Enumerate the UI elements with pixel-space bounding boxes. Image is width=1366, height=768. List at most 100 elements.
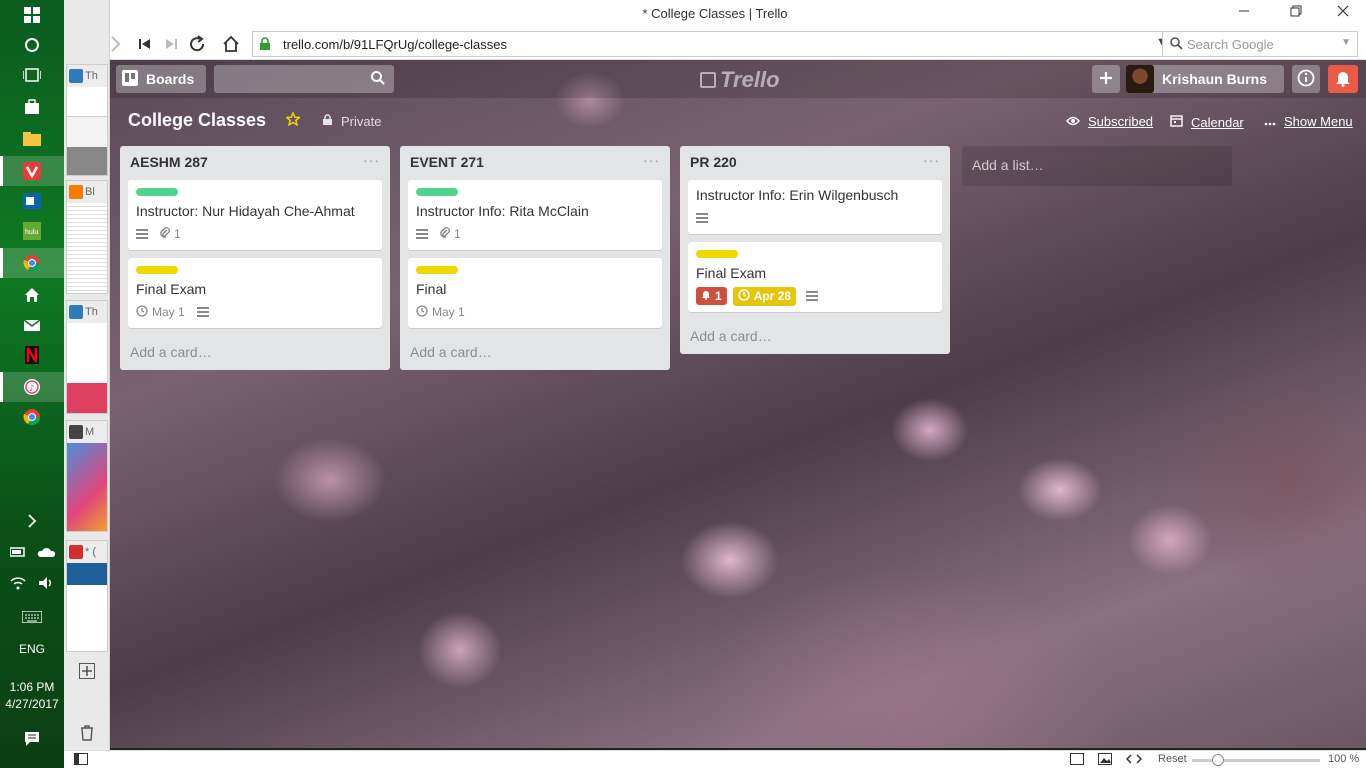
zoom-slider-handle[interactable] [1212, 754, 1224, 766]
add-card-button[interactable]: Add a card… [400, 336, 670, 370]
add-card-button[interactable]: Add a card… [120, 336, 390, 370]
info-icon [1297, 69, 1315, 90]
tab-thumb-5[interactable]: * ( [66, 540, 108, 652]
windows-taskbar: hulu ♪ ENG 1:06 PM 4/27/2017 [0, 0, 64, 768]
home-button-icon[interactable] [218, 32, 244, 56]
privacy-button[interactable]: Private [322, 114, 381, 129]
zoom-level: 100 % [1328, 753, 1360, 765]
boards-icon [122, 69, 138, 89]
description-icon [696, 213, 708, 223]
search-engine-dropdown-icon[interactable]: ▼ [1341, 37, 1351, 48]
tray-row-2 [0, 570, 64, 600]
windows-start-icon[interactable] [0, 0, 64, 30]
wifi-icon[interactable] [10, 576, 26, 595]
card[interactable]: Instructor Info: Rita McClain 1 [408, 180, 662, 250]
due-date: May 1 [152, 305, 185, 319]
list-title[interactable]: AESHM 287 [130, 154, 208, 170]
tab-thumb-1[interactable]: Th [66, 64, 108, 176]
hulu-icon[interactable]: hulu [0, 216, 64, 246]
member-menu-button[interactable]: Krishaun Burns [1126, 65, 1284, 93]
info-button[interactable] [1292, 65, 1320, 93]
tab-thumb-2[interactable]: Bl [66, 180, 108, 294]
home-icon[interactable] [0, 280, 64, 310]
onedrive-icon[interactable] [37, 544, 55, 562]
restore-icon[interactable] [1284, 4, 1308, 24]
card[interactable]: Final Exam 1 Apr 28 [688, 242, 942, 312]
page-actions-icon[interactable] [1125, 753, 1143, 768]
search-placeholder: Search Google [1187, 37, 1274, 52]
tab-panel: Th Bl Th M * ( [64, 0, 110, 750]
zoom-slider[interactable] [1192, 754, 1320, 766]
language-indicator[interactable]: ENG [0, 642, 64, 656]
panel-toggle-icon[interactable] [74, 753, 88, 768]
card[interactable]: Instructor: Nur Hidayah Che-Ahmat 1 [128, 180, 382, 250]
mail-icon[interactable] [0, 310, 64, 340]
clock-icon [416, 304, 428, 320]
action-center-icon[interactable] [0, 724, 64, 754]
list-title[interactable]: EVENT 271 [410, 154, 484, 170]
list-menu-icon[interactable]: ··· [363, 152, 380, 168]
list-title[interactable]: PR 220 [690, 154, 737, 170]
keyboard-icon[interactable] [0, 602, 64, 632]
vivaldi-icon[interactable] [0, 156, 64, 186]
reload-icon[interactable] [184, 32, 210, 56]
card[interactable]: Final Exam May 1 [128, 258, 382, 328]
clock-icon [737, 288, 750, 304]
boards-button[interactable]: Boards [116, 65, 206, 93]
board-title[interactable]: College Classes [128, 110, 266, 131]
list-header[interactable]: PR 220 ··· [680, 146, 950, 176]
list-pr-220: PR 220 ··· Instructor Info: Erin Wilgenb… [680, 146, 950, 354]
clock-time[interactable]: 1:06 PM [0, 680, 64, 694]
add-list-button[interactable]: Add a list… [962, 146, 1232, 186]
card-title: Instructor Info: Erin Wilgenbusch [696, 187, 899, 203]
calendar-link[interactable]: Calendar [1170, 114, 1244, 130]
close-icon[interactable] [1331, 4, 1355, 24]
create-button[interactable] [1092, 65, 1120, 93]
list-header[interactable]: EVENT 271 ··· [400, 146, 670, 176]
itunes-icon[interactable]: ♪ [0, 372, 64, 402]
eye-icon [1066, 115, 1080, 129]
card[interactable]: Instructor Info: Erin Wilgenbusch [688, 180, 942, 234]
zoom-reset-button[interactable]: Reset [1158, 753, 1187, 765]
netflix-icon[interactable] [0, 340, 64, 370]
tab-favicon-icon [69, 305, 83, 319]
cortana-icon[interactable] [0, 30, 64, 60]
chevron-right-icon[interactable] [0, 506, 64, 536]
chrome-icon[interactable] [0, 248, 64, 278]
trello-logo[interactable]: Trello [700, 67, 780, 93]
star-icon[interactable] [284, 111, 302, 131]
search-engine-field[interactable]: Search Google ▼ [1162, 31, 1358, 57]
clock-date[interactable]: 4/27/2017 [0, 697, 64, 711]
trello-header: Boards Trello Krishaun Burns [110, 60, 1366, 98]
fast-forward-icon[interactable] [158, 32, 184, 56]
show-menu-link[interactable]: Show Menu [1264, 114, 1353, 129]
list-menu-icon[interactable]: ··· [923, 152, 940, 168]
battery-icon[interactable] [8, 544, 26, 562]
card[interactable]: Final May 1 [408, 258, 662, 328]
address-field[interactable]: trello.com/b/91LFQrUg/college-classes ▼ [252, 31, 1198, 57]
chrome-alt-icon[interactable] [0, 402, 64, 432]
board-search-input[interactable] [214, 65, 394, 93]
tab-favicon-icon [69, 425, 83, 439]
subscribed-link[interactable]: Subscribed [1066, 114, 1153, 129]
card-label-green [416, 188, 458, 196]
tiling-icon[interactable] [1070, 753, 1084, 768]
tab-thumb-4[interactable]: M [66, 420, 108, 532]
tab-thumb-3[interactable]: Th [66, 300, 108, 414]
volume-icon[interactable] [38, 576, 54, 595]
outlook-icon[interactable] [0, 186, 64, 216]
task-view-icon[interactable] [0, 60, 64, 90]
trash-icon[interactable] [76, 722, 98, 744]
file-explorer-icon[interactable] [0, 124, 64, 154]
list-header[interactable]: AESHM 287 ··· [120, 146, 390, 176]
minimize-icon[interactable] [1232, 4, 1256, 24]
image-toggle-icon[interactable] [1098, 753, 1112, 768]
tab-favicon-icon [69, 545, 83, 559]
new-tab-icon[interactable] [76, 660, 98, 682]
store-icon[interactable] [0, 92, 64, 122]
search-icon [1169, 36, 1183, 53]
list-menu-icon[interactable]: ··· [643, 152, 660, 168]
add-card-button[interactable]: Add a card… [680, 320, 950, 354]
rewind-icon[interactable] [132, 32, 158, 56]
notifications-button[interactable] [1328, 65, 1358, 93]
